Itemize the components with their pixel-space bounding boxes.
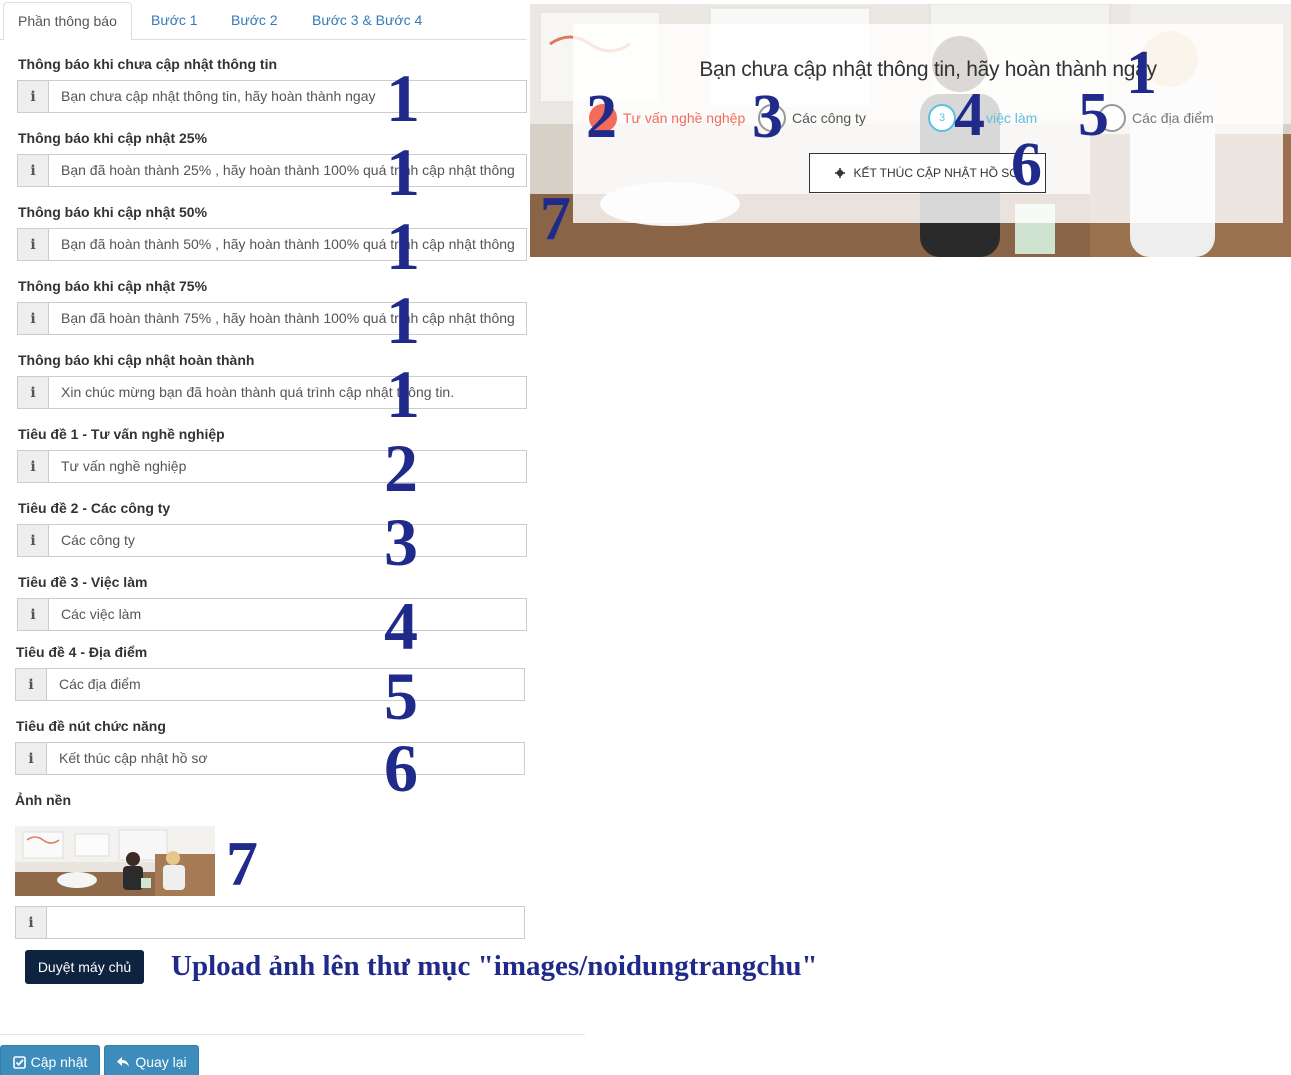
step-label: Các địa điểm xyxy=(1132,110,1214,126)
update-button[interactable]: Cập nhật xyxy=(0,1045,100,1075)
preview-step-4: Các địa điểm xyxy=(1098,104,1214,132)
annotation-marker: 3 xyxy=(384,504,418,580)
info-icon: i xyxy=(17,524,48,557)
step-label: Tư vấn nghề nghệp xyxy=(623,110,746,126)
annotation-marker: 1 xyxy=(386,356,420,432)
info-icon: i xyxy=(17,154,48,187)
annotation-marker: 4 xyxy=(384,588,418,664)
title-1-group: i Tư vấn nghề nghiệp xyxy=(17,450,527,483)
reply-arrow-icon xyxy=(117,1057,130,1067)
info-icon: i xyxy=(17,376,48,409)
annotation-marker: 6 xyxy=(384,730,418,806)
message-complete-input[interactable]: Xin chúc mừng bạn đã hoàn thành quá trìn… xyxy=(48,376,527,409)
info-icon: i xyxy=(17,450,48,483)
update-label: Cập nhật xyxy=(30,1054,88,1070)
annotation-marker: 1 xyxy=(386,134,420,210)
field-label: Thông báo khi cập nhật 75% xyxy=(18,278,208,294)
step-circle: 3 xyxy=(928,104,956,132)
step-label: Các công ty xyxy=(792,110,866,126)
annotation-marker: 1 xyxy=(386,208,420,284)
background-path-input[interactable] xyxy=(46,906,525,939)
background-label: Ảnh nền xyxy=(15,792,71,808)
message-25-group: i Bạn đã hoàn thành 25% , hãy hoàn thành… xyxy=(17,154,527,187)
message-not-updated-input[interactable]: Bạn chưa cập nhật thông tin, hãy hoàn th… xyxy=(48,80,527,113)
info-icon: i xyxy=(17,80,48,113)
info-icon: i xyxy=(17,302,48,335)
field-label: Thông báo khi cập nhật hoàn thành xyxy=(18,352,255,368)
message-50-input[interactable]: Bạn đã hoàn thành 50% , hãy hoàn thành 1… xyxy=(48,228,527,261)
title-3-input[interactable]: Các việc làm xyxy=(48,598,527,631)
tab-step-3-4[interactable]: Bước 3 & Bước 4 xyxy=(298,2,436,40)
info-icon: i xyxy=(15,906,46,939)
title-2-input[interactable]: Các công ty xyxy=(48,524,527,557)
message-25-input[interactable]: Bạn đã hoàn thành 25% , hãy hoàn thành 1… xyxy=(48,154,527,187)
message-75-group: i Bạn đã hoàn thành 75% , hãy hoàn thành… xyxy=(17,302,527,335)
annotation-marker: 4 xyxy=(954,81,985,149)
footer-divider xyxy=(0,1034,585,1035)
thumbnail-picture xyxy=(15,826,215,896)
tab-notifications[interactable]: Phần thông báo xyxy=(3,2,132,41)
field-label: Tiêu đề 2 - Các công ty xyxy=(18,500,171,516)
annotation-marker: 2 xyxy=(586,83,617,151)
field-label: Thông báo khi cập nhật 50% xyxy=(18,204,208,220)
message-75-input[interactable]: Bạn đã hoàn thành 75% , hãy hoàn thành 1… xyxy=(48,302,527,335)
background-thumbnail xyxy=(15,826,215,896)
title-2-group: i Các công ty xyxy=(17,524,527,557)
info-icon: i xyxy=(15,742,46,775)
message-complete-group: i Xin chúc mừng bạn đã hoàn thành quá tr… xyxy=(17,376,527,409)
annotation-marker: 7 xyxy=(226,828,258,899)
check-square-icon xyxy=(12,1055,26,1069)
preview-panel: Bạn chưa cập nhật thông tin, hãy hoàn th… xyxy=(573,24,1283,223)
annotation-marker: 1 xyxy=(1126,39,1157,107)
title-4-group: i Các địa điểm xyxy=(15,668,525,701)
annotation-marker: 7 xyxy=(540,185,571,253)
field-label: Tiêu đề 1 - Tư vấn nghề nghiệp xyxy=(18,426,225,442)
field-label: Tiêu đề 3 - Việc làm xyxy=(18,574,148,590)
field-label: Tiêu đề nút chức năng xyxy=(16,718,166,734)
title-1-input[interactable]: Tư vấn nghề nghiệp xyxy=(48,450,527,483)
back-button[interactable]: Quay lại xyxy=(104,1045,199,1075)
annotation-marker: 5 xyxy=(384,658,418,734)
step-label: việc làm xyxy=(986,110,1038,126)
back-label: Quay lại xyxy=(135,1054,187,1070)
title-4-input[interactable]: Các địa điểm xyxy=(46,668,525,701)
annotation-marker: 2 xyxy=(384,430,418,506)
field-label: Thông báo khi cập nhật 25% xyxy=(18,130,208,146)
gear-icon xyxy=(835,168,846,178)
title-3-group: i Các việc làm xyxy=(17,598,527,631)
button-title-group: i Kết thúc cập nhật hồ sơ xyxy=(15,742,525,775)
message-50-group: i Bạn đã hoàn thành 50% , hãy hoàn thành… xyxy=(17,228,527,261)
preview-title: Bạn chưa cập nhật thông tin, hãy hoàn th… xyxy=(699,58,1157,81)
field-label: Thông báo khi chưa cập nhật thông tin xyxy=(18,56,278,72)
annotation-marker: 6 xyxy=(1011,131,1042,199)
tab-bar: Phần thông báo Bước 1 Bước 2 Bước 3 & Bư… xyxy=(0,0,527,41)
browse-server-button[interactable]: Duyệt máy chủ xyxy=(25,950,144,984)
annotation-marker: 1 xyxy=(386,282,420,358)
annotation-marker: 5 xyxy=(1078,81,1109,149)
tab-step-1[interactable]: Bước 1 xyxy=(137,2,212,40)
tab-step-2[interactable]: Bước 2 xyxy=(217,2,292,40)
annotation-marker: 3 xyxy=(752,83,783,151)
upload-note: Upload ảnh lên thư mục "images/noidungtr… xyxy=(171,950,818,982)
preview-banner: Bạn chưa cập nhật thông tin, hãy hoàn th… xyxy=(530,4,1291,257)
finish-label: KẾT THÚC CẬP NHẬT HỒ SƠ xyxy=(853,166,1020,180)
button-title-input[interactable]: Kết thúc cập nhật hồ sơ xyxy=(46,742,525,775)
field-label: Tiêu đề 4 - Địa điểm xyxy=(16,644,148,660)
background-path-group: i xyxy=(15,906,525,939)
info-icon: i xyxy=(17,598,48,631)
annotation-marker: 1 xyxy=(386,60,420,136)
info-icon: i xyxy=(15,668,46,701)
info-icon: i xyxy=(17,228,48,261)
message-not-updated-group: i Bạn chưa cập nhật thông tin, hãy hoàn … xyxy=(17,80,527,113)
